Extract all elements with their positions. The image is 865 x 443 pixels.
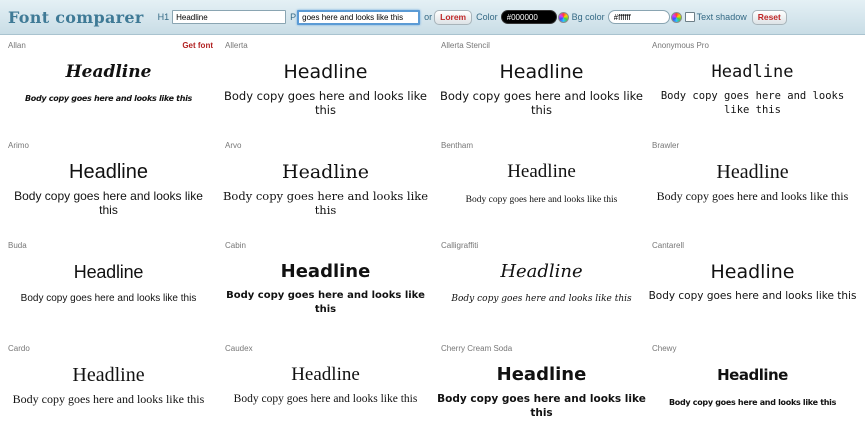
font-name-label: Caudex <box>225 344 253 353</box>
body-copy-sample: Body copy goes here and looks like this <box>12 392 205 406</box>
body-copy-sample: Body copy goes here and looks like this <box>222 189 429 217</box>
font-card: Allan Get font Headline Body copy goes here… <box>2 40 215 140</box>
headline-sample: Headline <box>280 261 371 282</box>
font-name-label: Brawler <box>652 141 680 150</box>
p-label: P <box>290 12 297 22</box>
font-card: Allerta Headline Body copy goes here and l… <box>219 40 432 140</box>
font-card: Arimo Headline Body copy goes here and loo… <box>2 140 215 240</box>
font-card: Chewy Headline Body copy goes here and loo… <box>646 343 859 443</box>
body-copy-sample: Body copy goes here and looks like this <box>668 398 837 407</box>
body-copy-sample: Body copy goes here and looks like this <box>20 293 197 304</box>
font-name-label: Calligraffiti <box>441 241 479 250</box>
body-copy-sample: Body copy goes here and looks like this <box>437 393 646 419</box>
body-copy-sample: Body copy goes here and looks like this <box>233 393 418 405</box>
font-card: Cabin Headline Body copy goes here and loo… <box>219 240 432 340</box>
get-font-link[interactable]: Get font <box>182 41 213 50</box>
font-card: Brawler Headline Body copy goes here and l… <box>646 140 859 240</box>
headline-sample: Headline <box>73 262 144 282</box>
font-card: Cantarell Headline Body copy goes here and… <box>646 240 859 340</box>
text-shadow-checkbox[interactable] <box>684 12 695 22</box>
reset-button[interactable]: Reset <box>751 9 787 25</box>
font-name-label: Arvo <box>225 141 242 150</box>
font-card: Caudex Headline Body copy goes here and lo… <box>219 343 432 443</box>
lorem-button[interactable]: Lorem <box>434 9 473 25</box>
bg-color-label: Bg color <box>571 12 605 22</box>
headline-sample: Headline <box>291 364 360 385</box>
body-copy-sample: Body copy goes here and looks like this <box>439 89 643 117</box>
headline-sample: Headline <box>507 161 576 182</box>
font-card: Calligraffiti Headline Body copy goes here… <box>435 240 648 340</box>
body-copy-sample: Body copy goes here and looks like this <box>648 290 857 302</box>
headline-sample: Headline <box>711 62 794 82</box>
body-copy-input[interactable] <box>297 9 421 25</box>
headline-sample: Headline <box>72 364 145 386</box>
color-label: Color <box>476 12 498 22</box>
headline-input[interactable] <box>172 10 287 24</box>
body-copy-sample: Body copy goes here and looks like this <box>451 294 632 304</box>
font-name-label: Cardo <box>8 344 30 353</box>
app-title: Font comparer <box>8 7 144 27</box>
headline-sample: Headline <box>499 61 584 83</box>
font-card: Buda Headline Body copy goes here and look… <box>2 240 215 340</box>
headline-sample: Headline <box>496 364 587 385</box>
body-copy-sample: Body copy goes here and looks like this <box>656 189 849 203</box>
body-copy-sample: Body copy goes here and looks like this <box>465 195 618 205</box>
headline-sample: Headline <box>716 161 789 183</box>
bg-color-wheel-icon[interactable] <box>670 11 682 23</box>
text-color-input[interactable] <box>500 10 557 24</box>
font-name-label: Anonymous Pro <box>652 41 709 50</box>
bg-color-input[interactable] <box>607 10 670 24</box>
headline-sample: Headline <box>500 261 583 282</box>
headline-sample: Headline <box>710 261 795 283</box>
font-name-label: Cantarell <box>652 241 685 250</box>
h1-label: H1 <box>157 12 170 22</box>
font-card: Cherry Cream Soda Headline Body copy goes … <box>435 343 648 443</box>
font-name-label: Buda <box>8 241 27 250</box>
font-card: Anonymous Pro Headline Body copy goes here… <box>646 40 859 140</box>
text-shadow-label: Text shadow <box>696 12 747 22</box>
body-copy-sample: Body copy goes here and looks like this <box>223 89 427 117</box>
headline-sample: Headline <box>283 61 368 83</box>
headline-sample: Headline <box>65 62 152 82</box>
font-name-label: Allerta <box>225 41 248 50</box>
font-name-label: Cabin <box>225 241 246 250</box>
body-copy-sample: Body copy goes here and looks like this <box>226 290 425 315</box>
color-wheel-icon[interactable] <box>557 11 569 23</box>
font-name-label: Arimo <box>8 141 29 150</box>
font-name-label: Allerta Stencil <box>441 41 490 50</box>
font-name-label: Allan <box>8 41 26 50</box>
body-copy-sample: Body copy goes here and looks like this <box>660 90 845 116</box>
font-name-label: Cherry Cream Soda <box>441 344 513 353</box>
font-card: Cardo Headline Body copy goes here and loo… <box>2 343 215 443</box>
body-copy-sample: Body copy goes here and looks like this <box>24 94 193 103</box>
font-card: Bentham Headline Body copy goes here and l… <box>435 140 648 240</box>
headline-sample: Headline <box>717 366 788 384</box>
headline-sample: Headline <box>69 161 148 183</box>
font-name-label: Chewy <box>652 344 677 353</box>
font-name-label: Bentham <box>441 141 474 150</box>
headline-sample: Headline <box>282 161 369 183</box>
font-card: Allerta Stencil Headline Body copy goes he… <box>435 40 648 140</box>
or-label: or <box>424 12 433 22</box>
font-card: Arvo Headline Body copy goes here and look… <box>219 140 432 240</box>
body-copy-sample: Body copy goes here and looks like this <box>14 189 203 217</box>
toolbar: Font comparer H1 P or Lorem Color Bg col… <box>0 0 865 35</box>
